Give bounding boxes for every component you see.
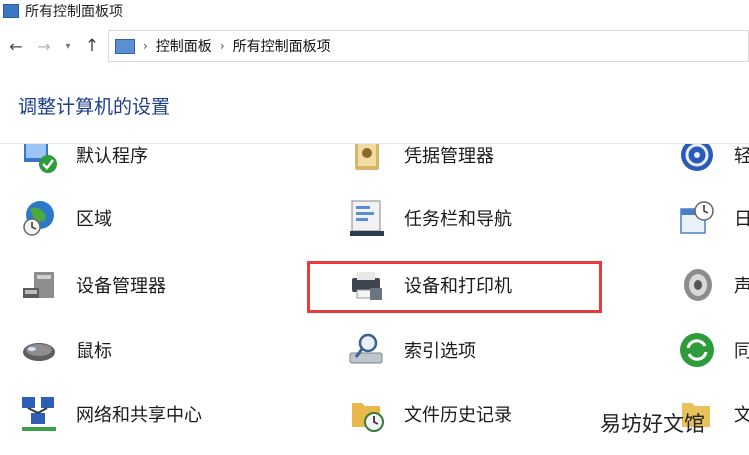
- item-label: 文: [734, 405, 749, 426]
- address-bar: ← → ▾ ↑ › 控制面板 › 所有控制面板项: [0, 29, 749, 63]
- item-indexing-options[interactable]: 索引选项: [348, 331, 476, 369]
- sync-icon: [678, 331, 716, 369]
- item-sync-center[interactable]: 同: [678, 331, 749, 369]
- region-globe-icon: [20, 199, 58, 237]
- item-default-programs[interactable]: 默认程序: [20, 144, 148, 174]
- item-label: 凭据管理器: [404, 146, 494, 167]
- network-icon: [20, 395, 58, 433]
- breadcrumb-all-items[interactable]: 所有控制面板项: [233, 36, 331, 56]
- date-time-icon: [678, 199, 716, 237]
- item-taskbar-navigation[interactable]: 任务栏和导航: [348, 199, 512, 237]
- device-manager-icon: [20, 266, 58, 304]
- breadcrumb-control-panel[interactable]: 控制面板: [156, 36, 212, 56]
- title-bar: 所有控制面板项: [0, 0, 749, 22]
- item-label: 鼠标: [76, 341, 112, 362]
- back-arrow-icon[interactable]: ←: [6, 37, 26, 56]
- mouse-icon: [20, 331, 58, 369]
- breadcrumb-separator-icon[interactable]: ›: [220, 39, 225, 53]
- item-label: 任务栏和导航: [404, 209, 512, 230]
- item-device-manager[interactable]: 设备管理器: [20, 266, 166, 304]
- watermark-text: 易坊好文馆: [600, 412, 705, 436]
- highlight-box: [307, 261, 602, 313]
- credential-manager-icon: [348, 144, 386, 174]
- item-label: 轻: [734, 146, 749, 167]
- item-label: 默认程序: [76, 146, 148, 167]
- item-ease-of-access[interactable]: 轻: [678, 144, 749, 174]
- item-label: 日: [734, 209, 749, 230]
- item-label: 文件历史记录: [404, 405, 512, 426]
- item-network-sharing-center[interactable]: 网络和共享中心: [20, 395, 202, 433]
- forward-arrow-icon[interactable]: →: [34, 37, 54, 56]
- indexing-icon: [348, 331, 386, 369]
- up-arrow-icon[interactable]: ↑: [82, 36, 102, 56]
- item-label: 设备管理器: [76, 276, 166, 297]
- address-control-panel-icon: [115, 38, 135, 54]
- item-date-time[interactable]: 日: [678, 199, 749, 237]
- item-mouse[interactable]: 鼠标: [20, 331, 112, 369]
- item-region[interactable]: 区域: [20, 199, 112, 237]
- default-programs-icon: [20, 144, 58, 174]
- recent-locations-chevron-icon[interactable]: ▾: [58, 41, 78, 52]
- ease-of-access-icon: [678, 144, 716, 174]
- item-credential-manager[interactable]: 凭据管理器: [348, 144, 494, 174]
- item-sound[interactable]: 声: [678, 266, 749, 304]
- page-heading: 调整计算机的设置: [18, 96, 171, 118]
- breadcrumb-separator-icon[interactable]: ›: [143, 39, 148, 53]
- item-file-history[interactable]: 文件历史记录: [348, 395, 512, 433]
- taskbar-icon: [348, 199, 386, 237]
- file-history-icon: [348, 395, 386, 433]
- window-title: 所有控制面板项: [25, 4, 123, 20]
- item-label: 区域: [76, 209, 112, 230]
- item-label: 声: [734, 276, 749, 297]
- item-label: 网络和共享中心: [76, 405, 202, 426]
- address-box[interactable]: › 控制面板 › 所有控制面板项: [108, 30, 749, 62]
- control-panel-icon: [3, 4, 19, 18]
- item-label: 同: [734, 341, 749, 362]
- item-label: 索引选项: [404, 341, 476, 362]
- sound-icon: [678, 266, 716, 304]
